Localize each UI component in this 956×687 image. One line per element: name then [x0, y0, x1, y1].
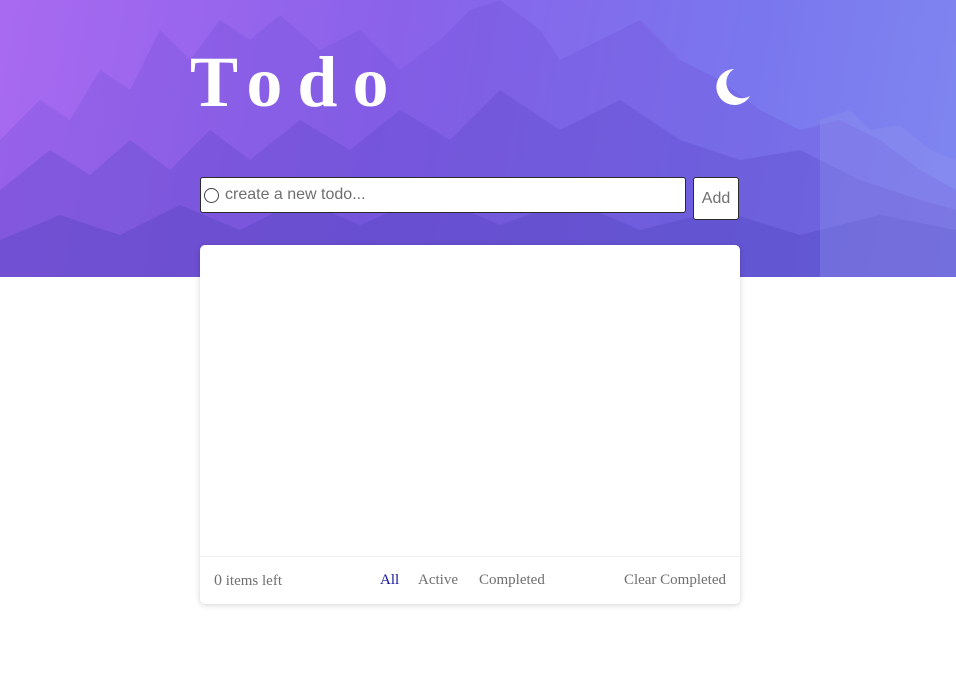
todo-footer: 0 items left All Active Completed Clear … [200, 556, 740, 604]
todo-list [200, 245, 740, 556]
new-todo-input[interactable] [225, 180, 665, 210]
new-todo-form: Add [200, 177, 740, 220]
mountain-background [0, 0, 956, 277]
items-left: 0 items left [214, 572, 282, 590]
items-left-label: items left [225, 573, 282, 589]
new-todo-field [200, 177, 686, 213]
items-left-count: 0 [214, 572, 222, 589]
todo-card: 0 items left All Active Completed Clear … [200, 245, 740, 604]
add-button[interactable]: Add [693, 177, 739, 220]
filter-all[interactable]: All [380, 572, 399, 589]
filter-completed[interactable]: Completed [479, 572, 545, 589]
theme-toggle-button[interactable] [712, 66, 754, 108]
clear-completed-button[interactable]: Clear Completed [624, 572, 726, 589]
circle-icon [204, 187, 219, 203]
filter-active[interactable]: Active [418, 572, 458, 589]
header-banner: Todo [0, 0, 956, 277]
app-title: Todo [190, 42, 404, 122]
moon-icon [716, 69, 750, 105]
